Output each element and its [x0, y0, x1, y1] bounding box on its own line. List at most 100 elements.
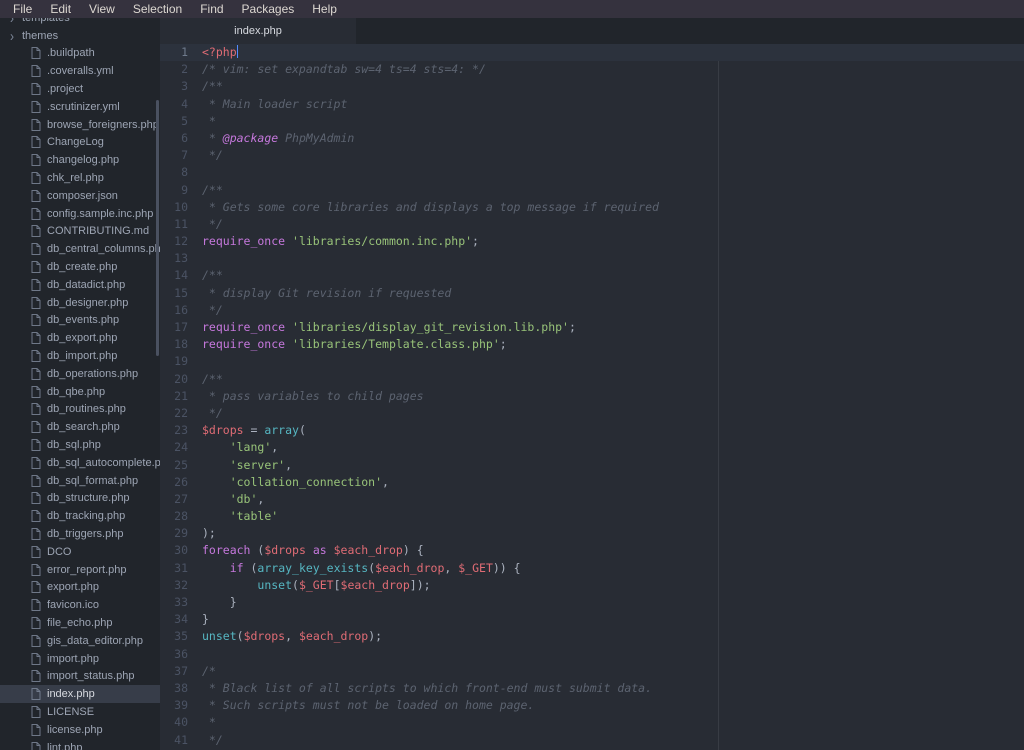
menu-item-selection[interactable]: Selection — [124, 0, 191, 18]
tree-item-db-sql-autocomplete-php[interactable]: db_sql_autocomplete.php — [0, 454, 160, 472]
code-line[interactable]: 13 — [160, 250, 1024, 267]
code-line[interactable]: 38 * Black list of all scripts to which … — [160, 680, 1024, 697]
code-line[interactable]: 30foreach ($drops as $each_drop) { — [160, 542, 1024, 559]
code-line[interactable]: 27 'db', — [160, 491, 1024, 508]
code-line[interactable]: 1<?php — [160, 44, 1024, 61]
tab-index-php[interactable]: index.php — [160, 18, 356, 44]
tree-item-db-tracking-php[interactable]: db_tracking.php — [0, 507, 160, 525]
code-line[interactable]: 39 * Such scripts must not be loaded on … — [160, 697, 1024, 714]
code-line[interactable]: 6 * @package PhpMyAdmin — [160, 130, 1024, 147]
tree-item-db-structure-php[interactable]: db_structure.php — [0, 490, 160, 508]
tree-item-contributing-md[interactable]: CONTRIBUTING.md — [0, 223, 160, 241]
tree-item-db-triggers-php[interactable]: db_triggers.php — [0, 525, 160, 543]
code-line[interactable]: 10 * Gets some core libraries and displa… — [160, 199, 1024, 216]
tree-item--project[interactable]: .project — [0, 80, 160, 98]
code-editor[interactable]: 1<?php2/* vim: set expandtab sw=4 ts=4 s… — [160, 44, 1024, 750]
code-line[interactable]: 36 — [160, 646, 1024, 663]
code-line[interactable]: 26 'collation_connection', — [160, 474, 1024, 491]
code-line[interactable]: 16 */ — [160, 302, 1024, 319]
code-line[interactable]: 17require_once 'libraries/display_git_re… — [160, 319, 1024, 336]
code-line[interactable]: 12require_once 'libraries/common.inc.php… — [160, 233, 1024, 250]
tree-item-changelog[interactable]: ChangeLog — [0, 134, 160, 152]
tree-item-license-php[interactable]: license.php — [0, 721, 160, 739]
tree-item-gis-data-editor-php[interactable]: gis_data_editor.php — [0, 632, 160, 650]
tree-item-composer-json[interactable]: composer.json — [0, 187, 160, 205]
tree-item-license[interactable]: LICENSE — [0, 703, 160, 721]
code-line[interactable]: 5 * — [160, 113, 1024, 130]
menu-item-help[interactable]: Help — [303, 0, 346, 18]
tree-item-db-qbe-php[interactable]: db_qbe.php — [0, 383, 160, 401]
tree-item-db-import-php[interactable]: db_import.php — [0, 347, 160, 365]
tree-item--buildpath[interactable]: .buildpath — [0, 45, 160, 63]
file-icon — [31, 190, 41, 202]
tree-item-db-search-php[interactable]: db_search.php — [0, 418, 160, 436]
code-line[interactable]: 25 'server', — [160, 457, 1024, 474]
tree-item-browse-foreigners-php[interactable]: browse_foreigners.php — [0, 116, 160, 134]
tree-item-lint-php[interactable]: lint.php — [0, 739, 160, 750]
code-line[interactable]: 3/** — [160, 78, 1024, 95]
tree-item--coveralls-yml[interactable]: .coveralls.yml — [0, 62, 160, 80]
tree-item-import-php[interactable]: import.php — [0, 650, 160, 668]
file-name: db_create.php — [47, 261, 117, 273]
code-line[interactable]: 34} — [160, 611, 1024, 628]
code-line[interactable]: 18require_once 'libraries/Template.class… — [160, 336, 1024, 353]
tree-item-db-events-php[interactable]: db_events.php — [0, 312, 160, 330]
code-line[interactable]: 41 */ — [160, 732, 1024, 749]
code-line[interactable]: 21 * pass variables to child pages — [160, 388, 1024, 405]
sidebar: ›templates›themes .buildpath .coveralls.… — [0, 18, 160, 750]
code-line[interactable]: 14/** — [160, 267, 1024, 284]
code-line[interactable]: 8 — [160, 164, 1024, 181]
menu-item-file[interactable]: File — [4, 0, 41, 18]
tree-item-db-create-php[interactable]: db_create.php — [0, 258, 160, 276]
tree-item-config-sample-inc-php[interactable]: config.sample.inc.php — [0, 205, 160, 223]
code-line[interactable]: 15 * display Git revision if requested — [160, 285, 1024, 302]
code-line[interactable]: 31 if (array_key_exists($each_drop, $_GE… — [160, 560, 1024, 577]
tree-item-error-report-php[interactable]: error_report.php — [0, 561, 160, 579]
tree-item-themes[interactable]: ›themes — [0, 27, 160, 45]
menu-item-find[interactable]: Find — [191, 0, 232, 18]
code-line[interactable]: 11 */ — [160, 216, 1024, 233]
tree-item-export-php[interactable]: export.php — [0, 579, 160, 597]
tree-item-db-datadict-php[interactable]: db_datadict.php — [0, 276, 160, 294]
code-line[interactable]: 29); — [160, 525, 1024, 542]
code-line[interactable]: 33 } — [160, 594, 1024, 611]
tree-item-templates[interactable]: ›templates — [0, 18, 160, 27]
tree-item-db-export-php[interactable]: db_export.php — [0, 329, 160, 347]
code-line[interactable]: 23$drops = array( — [160, 422, 1024, 439]
tree-item-favicon-ico[interactable]: favicon.ico — [0, 596, 160, 614]
code-line[interactable]: 20/** — [160, 371, 1024, 388]
menu-item-packages[interactable]: Packages — [233, 0, 304, 18]
code-line[interactable]: 24 'lang', — [160, 439, 1024, 456]
tree-item-db-sql-format-php[interactable]: db_sql_format.php — [0, 472, 160, 490]
code-line[interactable]: 32 unset($_GET[$each_drop]); — [160, 577, 1024, 594]
code-line[interactable]: 2/* vim: set expandtab sw=4 ts=4 sts=4: … — [160, 61, 1024, 78]
menu-item-view[interactable]: View — [80, 0, 124, 18]
tree-item-dco[interactable]: DCO — [0, 543, 160, 561]
code-line[interactable]: 35unset($drops, $each_drop); — [160, 628, 1024, 645]
code-text: * Black list of all scripts to which fro… — [202, 680, 652, 697]
tree-item-db-designer-php[interactable]: db_designer.php — [0, 294, 160, 312]
code-line[interactable]: 22 */ — [160, 405, 1024, 422]
tree-item-db-routines-php[interactable]: db_routines.php — [0, 401, 160, 419]
file-icon — [31, 581, 41, 593]
code-line[interactable]: 40 * — [160, 714, 1024, 731]
menu-bar: FileEditViewSelectionFindPackagesHelp — [0, 0, 1024, 18]
tree-item-db-operations-php[interactable]: db_operations.php — [0, 365, 160, 383]
code-line[interactable]: 7 */ — [160, 147, 1024, 164]
menu-item-edit[interactable]: Edit — [41, 0, 80, 18]
tree-item--scrutinizer-yml[interactable]: .scrutinizer.yml — [0, 98, 160, 116]
code-line[interactable]: 4 * Main loader script — [160, 96, 1024, 113]
tree-item-db-central-columns-php[interactable]: db_central_columns.php — [0, 240, 160, 258]
file-name: db_sql.php — [47, 439, 101, 451]
tree-item-index-php[interactable]: index.php — [0, 685, 160, 703]
code-line[interactable]: 37/* — [160, 663, 1024, 680]
tree-item-chk-rel-php[interactable]: chk_rel.php — [0, 169, 160, 187]
code-line[interactable]: 9/** — [160, 182, 1024, 199]
sidebar-scrollbar-thumb[interactable] — [156, 100, 159, 356]
code-line[interactable]: 19 — [160, 353, 1024, 370]
tree-item-import-status-php[interactable]: import_status.php — [0, 667, 160, 685]
code-line[interactable]: 28 'table' — [160, 508, 1024, 525]
tree-item-file-echo-php[interactable]: file_echo.php — [0, 614, 160, 632]
tree-item-db-sql-php[interactable]: db_sql.php — [0, 436, 160, 454]
tree-item-changelog-php[interactable]: changelog.php — [0, 151, 160, 169]
